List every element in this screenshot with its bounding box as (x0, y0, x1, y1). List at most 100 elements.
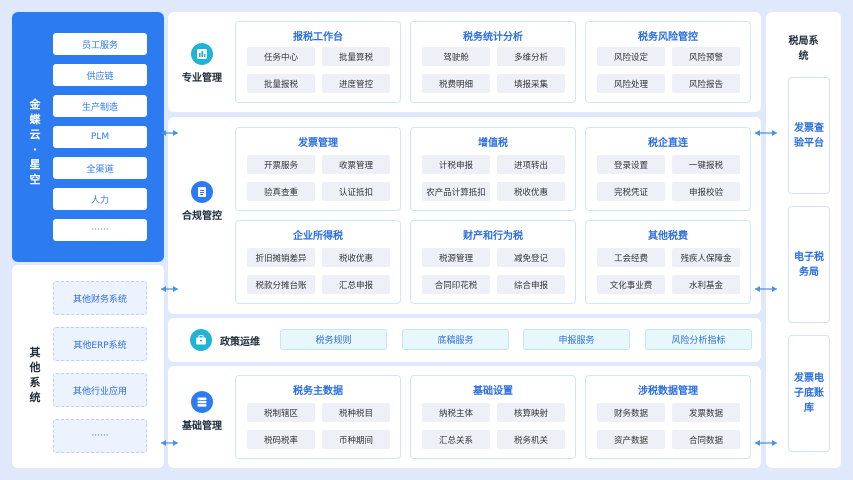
module-item[interactable]: 批量报税 (247, 74, 315, 93)
module-item[interactable]: 综合申报 (497, 275, 565, 294)
chart-icon (191, 43, 213, 65)
module-item[interactable]: 农产品计算抵扣 (422, 182, 490, 201)
professional-section: 专业管理 (176, 43, 228, 84)
module-master: 税务主数据 税制辖区 税种税目 税码税率 币种期间 (235, 375, 401, 459)
briefcase-icon (190, 329, 212, 351)
module-title: 基础设置 (473, 386, 513, 397)
module-item[interactable]: 认证抵扣 (322, 182, 390, 201)
compliance-section: 合规管控 (176, 181, 228, 222)
module-item[interactable]: 折旧摊销差异 (247, 248, 315, 267)
module-item[interactable]: 税源管理 (422, 248, 490, 267)
module-item[interactable]: 汇总关系 (422, 430, 490, 449)
module-item[interactable]: 发票数据 (672, 403, 740, 422)
module-item[interactable]: 批量算税 (322, 47, 390, 66)
module-item[interactable]: 文化事业费 (597, 275, 665, 294)
policy-item[interactable]: 风险分析指标 (645, 329, 752, 350)
module-item[interactable]: 汇总申报 (322, 275, 390, 294)
cloud-item[interactable]: 生产制造 (53, 95, 147, 117)
module-item[interactable]: 税款分摊台账 (247, 275, 315, 294)
tax-bureau-title: 税局系统 (788, 36, 819, 62)
cloud-item[interactable]: 人力 (53, 188, 147, 210)
cloud-item[interactable]: PLM (53, 126, 147, 148)
module-item[interactable]: 税收优惠 (497, 182, 565, 201)
tax-bureau-item[interactable]: 发票查验平台 (788, 77, 830, 194)
module-item[interactable]: 核算映射 (497, 403, 565, 422)
module-item[interactable]: 任务中心 (247, 47, 315, 66)
module-item[interactable]: 财务数据 (597, 403, 665, 422)
module-title: 其他税费 (648, 231, 688, 242)
module-item[interactable]: 税种税目 (322, 403, 390, 422)
module-item[interactable]: 币种期间 (322, 430, 390, 449)
tax-bureau-item-label: 发票查验平台 (794, 122, 824, 149)
tax-bureau-item[interactable]: 电子税务局 (788, 206, 830, 323)
module-item[interactable]: 进度管控 (322, 74, 390, 93)
other-system-item[interactable]: ······ (53, 419, 147, 453)
module-item[interactable]: 税务机关 (497, 430, 565, 449)
module-tax-desk: 报税工作台任务中心 批量算税 批量报税 进度管控 (235, 21, 401, 103)
module-basic-set: 基础设置纳税主体 核算映射 汇总关系 税务机关 (410, 375, 576, 459)
module-item[interactable]: 计税申报 (422, 155, 490, 174)
module-cit: 企业所得税折旧摊销差异 税收优惠 税款分摊台账 汇总申报 (235, 220, 401, 304)
compliance-label: 合规管控 (182, 211, 222, 222)
module-item[interactable]: 申报校验 (672, 182, 740, 201)
module-item[interactable]: 残疾人保障金 (672, 248, 740, 267)
module-item[interactable]: 税码税率 (247, 430, 315, 449)
module-item[interactable]: 合同数据 (672, 430, 740, 449)
module-item[interactable]: 完税凭证 (597, 182, 665, 201)
module-item[interactable]: 多维分析 (497, 47, 565, 66)
tax-bureau-item[interactable]: 发票电子底账库 (788, 335, 830, 452)
module-item[interactable]: 登录设置 (597, 155, 665, 174)
policy-section: 政策运维 (190, 329, 260, 351)
module-item[interactable]: 税收优惠 (322, 248, 390, 267)
document-icon (191, 181, 213, 203)
module-title: 报税工作台 (293, 32, 343, 43)
module-item[interactable]: 税制辖区 (247, 403, 315, 422)
basic-label: 基础管理 (182, 421, 222, 432)
module-item[interactable]: 风险预警 (672, 47, 740, 66)
module-invoice: 发票管理 开票服务 收票管理 验真查重 认证抵扣 (235, 127, 401, 211)
module-title: 财产和行为税 (463, 231, 523, 242)
module-item[interactable]: 进项转出 (497, 155, 565, 174)
module-item[interactable]: 风险设定 (597, 47, 665, 66)
cloud-item[interactable]: ······ (53, 219, 147, 241)
cloud-item[interactable]: 员工服务 (53, 33, 147, 55)
policy-item[interactable]: 税务规则 (280, 329, 387, 350)
basic-section: 基础管理 (176, 391, 228, 432)
policy-item[interactable]: 底稿服务 (402, 329, 509, 350)
other-system-item[interactable]: 其他财务系统 (53, 281, 147, 315)
module-item[interactable]: 减免登记 (497, 248, 565, 267)
module-title: 企业所得税 (293, 231, 343, 242)
module-item[interactable]: 工会经费 (597, 248, 665, 267)
module-tax-data: 涉税数据管理财务数据 发票数据 资产数据 合同数据 (585, 375, 751, 459)
module-item[interactable]: 一键报税 (672, 155, 740, 174)
module-item[interactable]: 开票服务 (247, 155, 315, 174)
other-system-item[interactable]: 其他ERP系统 (53, 327, 147, 361)
module-item[interactable]: 驾驶舱 (422, 47, 490, 66)
module-title: 税务统计分析 (463, 32, 523, 43)
other-systems-title: 其他系统 (29, 346, 41, 404)
module-item[interactable]: 风险报告 (672, 74, 740, 93)
module-title: 税务风险管控 (638, 32, 698, 43)
cloud-item[interactable]: 供应链 (53, 64, 147, 86)
module-tax-risk: 税务风险管控风险设定 风险预警 风险处理 风险报告 (585, 21, 751, 103)
module-item[interactable]: 水利基金 (672, 275, 740, 294)
module-title: 涉税数据管理 (638, 386, 698, 397)
module-title: 增值税 (478, 138, 508, 149)
module-tax-stats: 税务统计分析驾驶舱 多维分析 税费明细 填报采集 (410, 21, 576, 103)
module-item[interactable]: 填报采集 (497, 74, 565, 93)
cloud-item[interactable]: 全渠道 (53, 157, 147, 179)
module-item[interactable]: 合同印花税 (422, 275, 490, 294)
policy-item[interactable]: 申报服务 (523, 329, 630, 350)
module-item[interactable]: 收票管理 (322, 155, 390, 174)
module-item[interactable]: 资产数据 (597, 430, 665, 449)
module-item[interactable]: 风险处理 (597, 74, 665, 93)
module-item[interactable]: 纳税主体 (422, 403, 490, 422)
database-icon (191, 391, 213, 413)
kingdee-cloud-title: 金蝶云·星空 (29, 98, 41, 186)
module-item[interactable]: 验真查重 (247, 182, 315, 201)
professional-label: 专业管理 (182, 73, 222, 84)
module-other-fees: 其他税费工会经费 残疾人保障金 文化事业费 水利基金 (585, 220, 751, 304)
module-item[interactable]: 税费明细 (422, 74, 490, 93)
module-title: 税企直连 (648, 138, 688, 149)
other-system-item[interactable]: 其他行业应用 (53, 373, 147, 407)
